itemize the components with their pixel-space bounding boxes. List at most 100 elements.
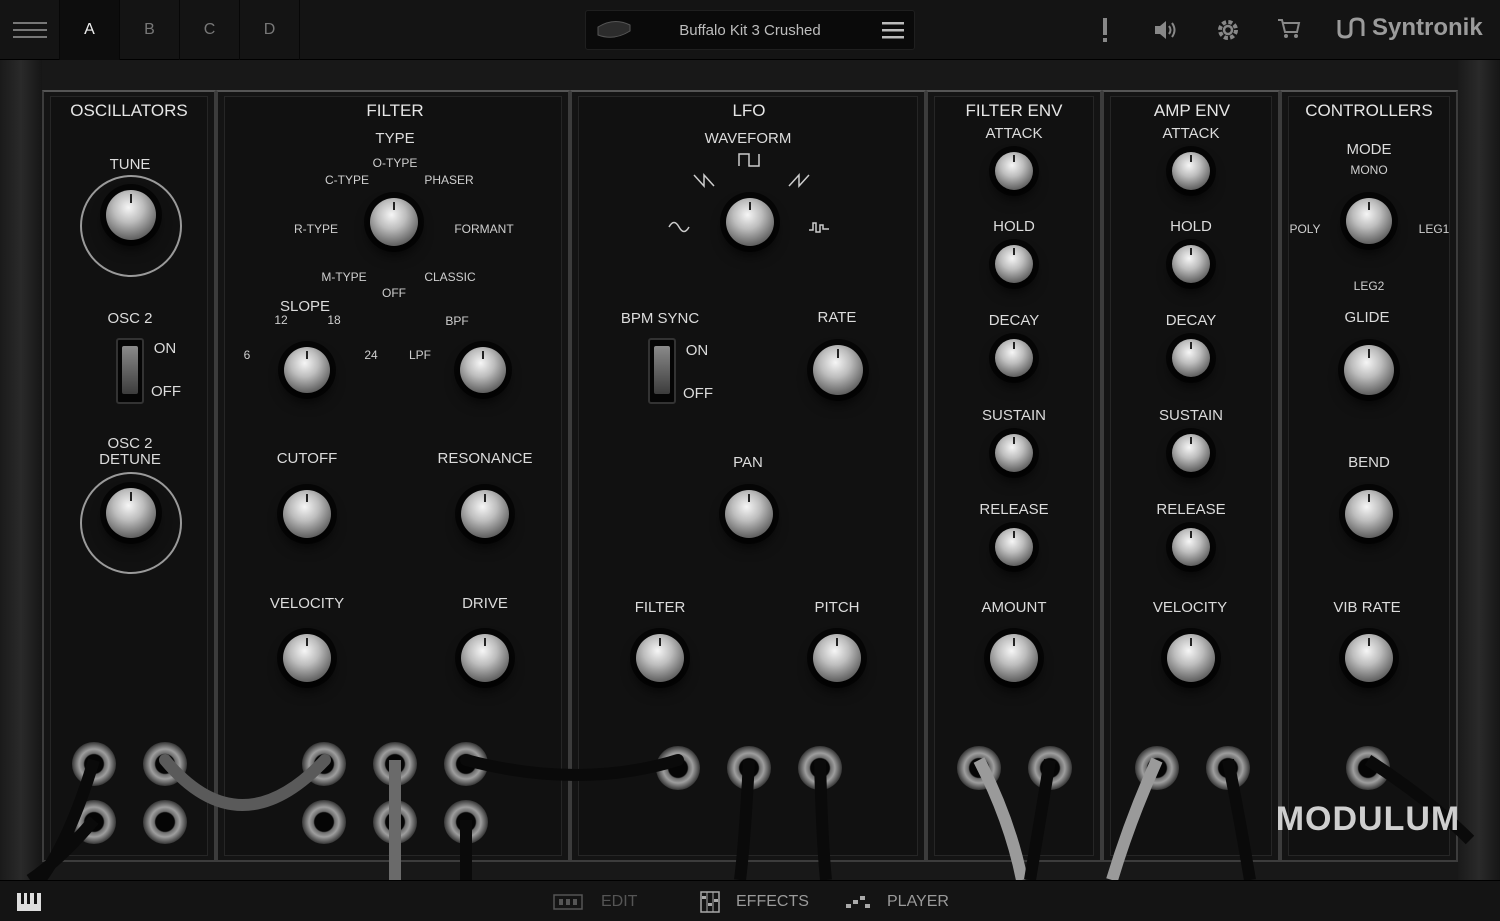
patch-jack[interactable] xyxy=(656,746,700,790)
fenv-sustain-label: SUSTAIN xyxy=(982,407,1046,424)
detune-label-1: OSC 2 xyxy=(107,435,153,452)
lfo-rate-knob[interactable] xyxy=(813,345,863,395)
patch-jack[interactable] xyxy=(143,800,187,844)
detune-label-2: DETUNE xyxy=(99,451,161,468)
hamburger-icon[interactable] xyxy=(882,21,904,39)
fenv-sustain-knob[interactable] xyxy=(995,434,1033,472)
effects-tab[interactable]: EFFECTS xyxy=(700,881,809,921)
patch-jack[interactable] xyxy=(727,746,771,790)
tune-knob[interactable] xyxy=(106,190,156,240)
bpm-sync-toggle[interactable] xyxy=(648,338,676,404)
lfo-waveform-knob[interactable] xyxy=(726,198,774,246)
bank-tab-c[interactable]: C xyxy=(180,0,240,60)
lfo-filter-knob[interactable] xyxy=(636,634,684,682)
osc2-detune-knob[interactable] xyxy=(106,488,156,538)
mode-poly: POLY xyxy=(1289,222,1321,236)
vib-rate-knob[interactable] xyxy=(1345,634,1393,682)
edit-tab[interactable]: EDIT xyxy=(553,881,637,921)
aenv-attack-knob[interactable] xyxy=(1172,152,1210,190)
syntronik-logo-icon xyxy=(1337,17,1365,39)
slope-6: 6 xyxy=(243,348,251,362)
fenv-decay-label: DECAY xyxy=(988,312,1040,329)
mode-knob[interactable] xyxy=(1346,198,1392,244)
preset-selector[interactable]: Buffalo Kit 3 Crushed xyxy=(585,10,915,50)
amp-env-module xyxy=(1102,90,1280,862)
cart-icon[interactable] xyxy=(1277,18,1301,40)
patch-jack[interactable] xyxy=(1346,746,1390,790)
fenv-amount-knob[interactable] xyxy=(990,634,1038,682)
player-tab-label: PLAYER xyxy=(887,892,949,910)
patch-jack[interactable] xyxy=(373,742,417,786)
sine-wave-icon xyxy=(668,221,690,233)
random-wave-icon xyxy=(809,222,829,233)
main-menu-button[interactable] xyxy=(0,0,60,60)
filter-title: FILTER xyxy=(366,101,424,120)
effects-tab-label: EFFECTS xyxy=(736,892,809,910)
patch-jack[interactable] xyxy=(798,746,842,790)
aenv-hold-label: HOLD xyxy=(1170,218,1212,235)
aenv-velocity-label: VELOCITY xyxy=(1152,599,1228,616)
patch-jack[interactable] xyxy=(373,800,417,844)
bank-tab-d[interactable]: D xyxy=(240,0,300,60)
patch-jack[interactable] xyxy=(1206,746,1250,790)
fenv-attack-knob[interactable] xyxy=(995,152,1033,190)
drive-knob[interactable] xyxy=(461,634,509,682)
fenv-hold-knob[interactable] xyxy=(995,245,1033,283)
filter-velocity-knob[interactable] xyxy=(283,634,331,682)
bpm-sync-on-label: ON xyxy=(685,342,709,359)
patch-jack[interactable] xyxy=(444,742,488,786)
glide-label: GLIDE xyxy=(1344,309,1390,326)
fenv-decay-knob[interactable] xyxy=(995,339,1033,377)
glide-knob[interactable] xyxy=(1344,345,1394,395)
lfo-pitch-label: PITCH xyxy=(814,599,860,616)
patch-jack[interactable] xyxy=(143,742,187,786)
aenv-hold-knob[interactable] xyxy=(1172,245,1210,283)
osc2-toggle[interactable] xyxy=(116,338,144,404)
instrument-thumbnail-icon xyxy=(597,21,631,38)
filter-mode-knob[interactable] xyxy=(460,347,506,393)
lfo-pitch-knob[interactable] xyxy=(813,634,861,682)
lfo-pan-knob[interactable] xyxy=(725,490,773,538)
cutoff-knob[interactable] xyxy=(283,490,331,538)
bank-tab-b[interactable]: B xyxy=(120,0,180,60)
filter-type-label: TYPE xyxy=(375,130,415,147)
speaker-icon[interactable] xyxy=(1153,18,1179,42)
fenv-release-knob[interactable] xyxy=(995,528,1033,566)
patch-jack[interactable] xyxy=(1135,746,1179,790)
exclamation-icon[interactable] xyxy=(1098,16,1112,44)
aenv-sustain-label: SUSTAIN xyxy=(1159,407,1223,424)
slope-12: 12 xyxy=(274,313,288,327)
rack-rail-right xyxy=(1458,60,1500,880)
aenv-release-knob[interactable] xyxy=(1172,528,1210,566)
gear-icon[interactable] xyxy=(1215,17,1241,43)
resonance-knob[interactable] xyxy=(461,490,509,538)
brand-name: Syntronik xyxy=(1372,14,1483,41)
lfo-pan-label: PAN xyxy=(733,454,763,471)
patch-jack[interactable] xyxy=(302,742,346,786)
patch-jack[interactable] xyxy=(302,800,346,844)
controllers-title: CONTROLLERS xyxy=(1305,101,1433,120)
aenv-sustain-knob[interactable] xyxy=(1172,434,1210,472)
aenv-release-label: RELEASE xyxy=(1156,501,1226,518)
patch-jack[interactable] xyxy=(444,800,488,844)
model-name: MODULUM xyxy=(1275,800,1461,838)
patch-jack[interactable] xyxy=(72,800,116,844)
keyboard-icon[interactable] xyxy=(16,892,42,912)
lfo-title: LFO xyxy=(732,101,766,120)
patch-jack[interactable] xyxy=(72,742,116,786)
patch-jack[interactable] xyxy=(957,746,1001,790)
fenv-amount-label: AMOUNT xyxy=(981,599,1047,616)
amp-env-title: AMP ENV xyxy=(1153,101,1231,120)
bank-tab-a[interactable]: A xyxy=(60,0,120,60)
aenv-velocity-knob[interactable] xyxy=(1167,634,1215,682)
fenv-attack-label: ATTACK xyxy=(985,125,1043,142)
aenv-decay-knob[interactable] xyxy=(1172,339,1210,377)
patch-jack[interactable] xyxy=(1028,746,1072,790)
player-tab[interactable]: PLAYER xyxy=(845,881,949,921)
filter-type-knob[interactable] xyxy=(370,198,418,246)
slope-knob[interactable] xyxy=(284,347,330,393)
filter-type-o: O-TYPE xyxy=(372,156,418,170)
bend-knob[interactable] xyxy=(1345,490,1393,538)
bank-tab-label: A xyxy=(84,21,95,38)
cutoff-label: CUTOFF xyxy=(276,450,338,467)
